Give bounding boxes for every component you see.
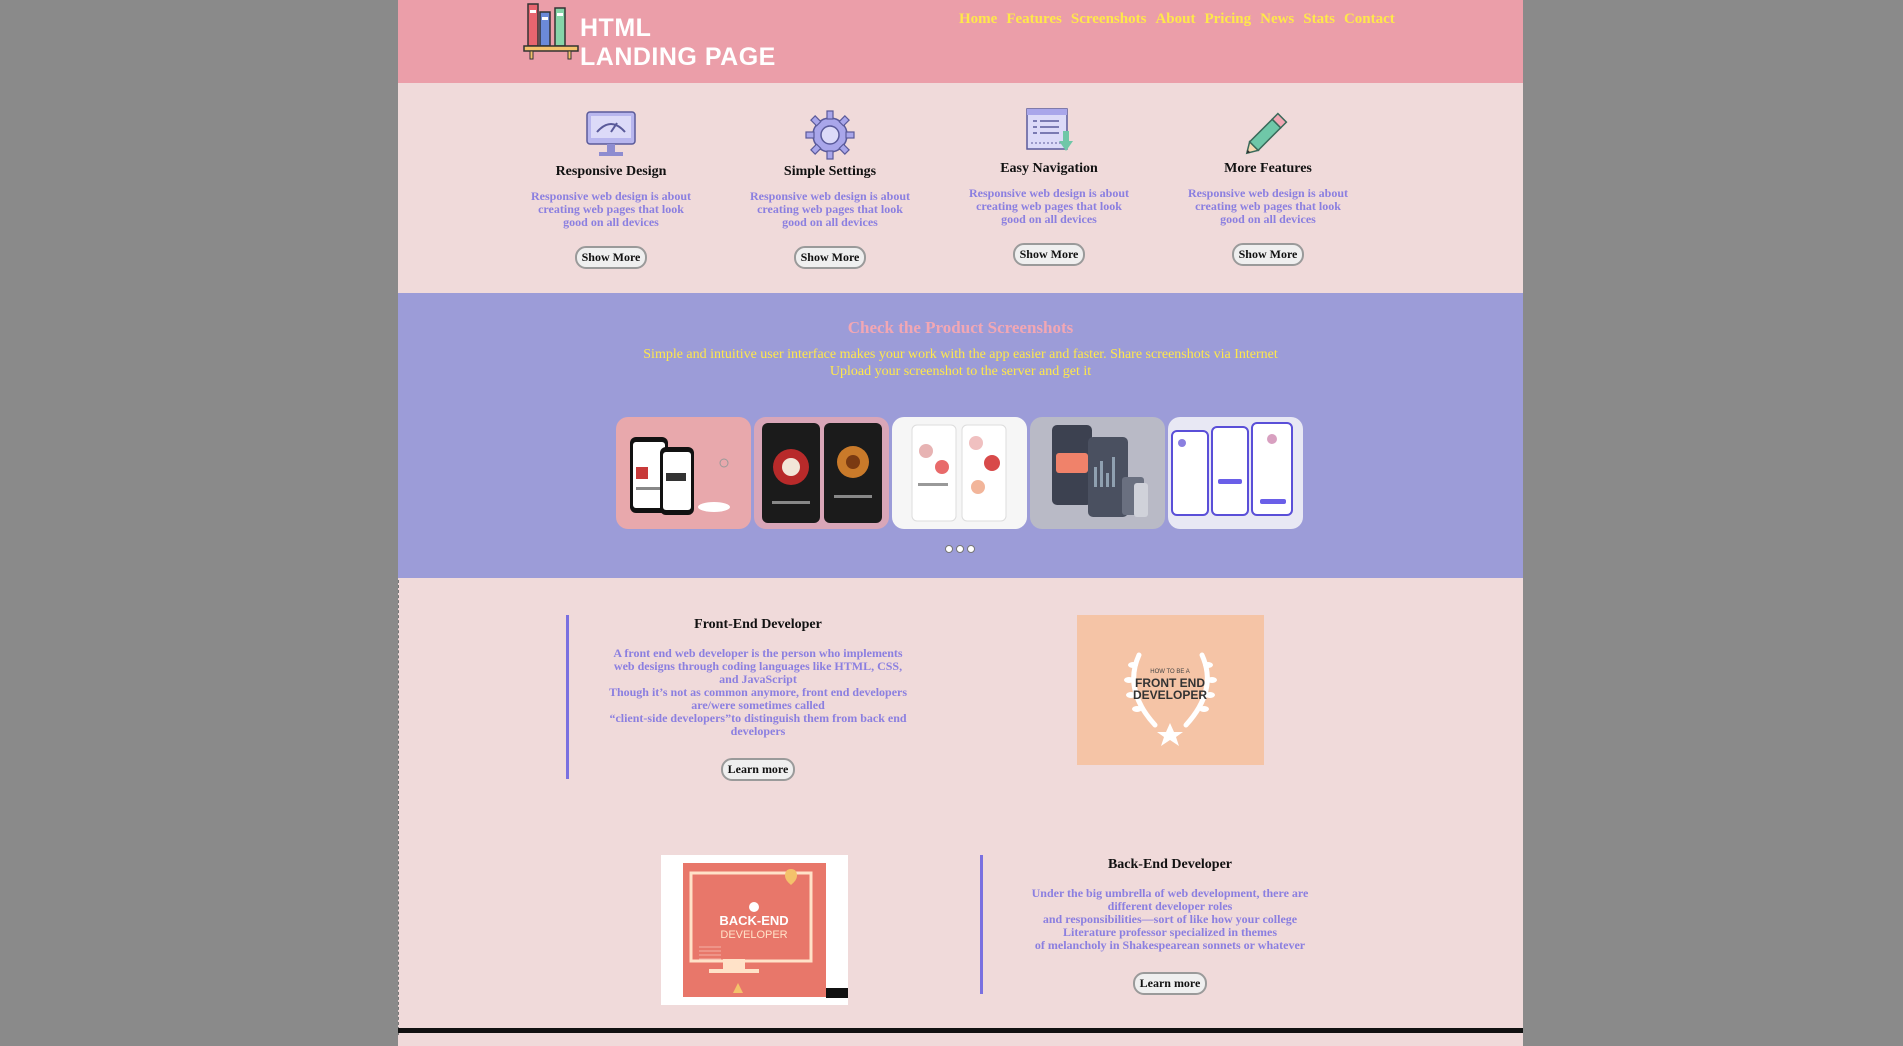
screenshot-thumb[interactable]	[754, 417, 889, 529]
learn-more-button[interactable]: Learn more	[1132, 972, 1208, 995]
nav-pricing[interactable]: Pricing	[1204, 11, 1251, 28]
screenshot-thumb[interactable]	[1030, 417, 1165, 529]
nav-stats[interactable]: Stats	[1303, 11, 1335, 28]
backend-text1: Under the big umbrella of web developmen…	[1031, 886, 1309, 913]
feature-card: Simple Settings Responsive web design is…	[740, 110, 920, 269]
main-nav: Home Features Screenshots About Pricing …	[959, 11, 1395, 28]
logo-line2: LANDING PAGE	[580, 43, 776, 71]
screenshot-gallery	[616, 417, 1303, 529]
frontend-developer-image: HOW TO BE A FRONT END DEVELOPER	[1077, 615, 1264, 765]
backend-title: Back-End Developer	[1107, 857, 1233, 872]
monitor-icon	[586, 111, 636, 156]
learn-more-button[interactable]: Learn more	[720, 758, 796, 781]
show-more-button[interactable]: Show More	[574, 246, 648, 269]
nav-features[interactable]: Features	[1006, 11, 1062, 28]
feature-title: Simple Settings	[783, 164, 877, 179]
feature-card: Easy Navigation Responsive web design is…	[959, 107, 1139, 266]
left-dashed-border	[398, 580, 399, 1035]
backend-image-caption-line1: BACK-END	[719, 913, 788, 928]
backend-section: Back-End Developer Under the big umbrell…	[1020, 857, 1320, 995]
backend-image-caption-line2: DEVELOPER	[720, 929, 787, 941]
frontend-text3: “client-side developers”to distinguish t…	[609, 711, 907, 738]
frontend-image-caption-small: HOW TO BE A	[1150, 669, 1189, 675]
screenshot-thumb[interactable]	[892, 417, 1027, 529]
screenshot-thumb[interactable]	[616, 417, 751, 529]
backend-accent-bar	[980, 855, 983, 994]
screenshots-title: Check the Product Screenshots	[847, 318, 1074, 337]
frontend-title: Front-End Developer	[694, 617, 822, 632]
show-more-button[interactable]: Show More	[793, 246, 867, 269]
gear-icon	[805, 110, 855, 160]
feature-text: Responsive web design is about creating …	[968, 186, 1130, 226]
frontend-text1: A front end web developer is the person …	[613, 646, 903, 686]
feature-text: Responsive web design is about creating …	[1187, 186, 1349, 226]
logo-text[interactable]: HTML LANDING PAGE	[580, 14, 776, 72]
nav-news[interactable]: News	[1260, 11, 1294, 28]
frontend-accent-bar	[566, 615, 569, 779]
nav-contact[interactable]: Contact	[1344, 11, 1395, 28]
screenshots-subtitle: Simple and intuitive user interface make…	[398, 346, 1523, 380]
frontend-text2: Though it’s not as common anymore, front…	[608, 685, 908, 712]
carousel-dots	[945, 545, 975, 553]
document-download-icon	[1026, 108, 1073, 151]
screenshots-line2: Upload your screenshot to the server and…	[829, 364, 1092, 379]
backend-text4: of melancholy in Shakespearean sonnets o…	[1034, 938, 1306, 952]
nav-screenshots[interactable]: Screenshots	[1071, 11, 1147, 28]
frontend-section: Front-End Developer A front end web deve…	[608, 617, 908, 781]
screenshot-thumb[interactable]	[1168, 417, 1303, 529]
carousel-dot[interactable]	[956, 545, 964, 553]
feature-text: Responsive web design is about creating …	[530, 189, 692, 229]
feature-title: Responsive Design	[555, 164, 667, 179]
pencil-icon	[1245, 112, 1288, 155]
carousel-dot[interactable]	[945, 545, 953, 553]
feature-title: Easy Navigation	[1000, 161, 1098, 176]
show-more-button[interactable]: Show More	[1012, 243, 1086, 266]
screenshots-section: Check the Product Screenshots Simple and…	[398, 293, 1523, 578]
logo-line1: HTML	[580, 14, 652, 42]
feature-card: Responsive Design Responsive web design …	[521, 110, 701, 269]
landing-page: HTML LANDING PAGE Home Features Screensh…	[398, 0, 1523, 1046]
feature-card: More Features Responsive web design is a…	[1178, 107, 1358, 266]
nav-about[interactable]: About	[1155, 11, 1195, 28]
footer-divider	[398, 1028, 1523, 1033]
feature-text: Responsive web design is about creating …	[749, 189, 911, 229]
feature-title: More Features	[1224, 161, 1312, 176]
site-header: HTML LANDING PAGE Home Features Screensh…	[398, 0, 1523, 83]
show-more-button[interactable]: Show More	[1231, 243, 1305, 266]
frontend-image-caption-line2: DEVELOPER	[1133, 688, 1207, 702]
screenshots-line1: Simple and intuitive user interface make…	[643, 347, 1278, 362]
nav-home[interactable]: Home	[959, 11, 997, 28]
backend-developer-image: BACK-END DEVELOPER	[661, 855, 848, 1005]
carousel-dot[interactable]	[967, 545, 975, 553]
features-section: Responsive Design Responsive web design …	[398, 83, 1523, 293]
